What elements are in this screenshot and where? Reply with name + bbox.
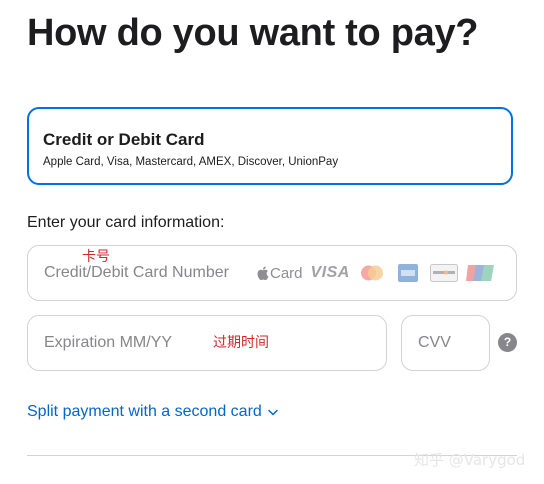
split-payment-link[interactable]: Split payment with a second card — [27, 403, 278, 421]
expiration-input[interactable] — [28, 316, 386, 370]
expiration-annotation: 过期时间 — [213, 335, 269, 351]
apple-card-logo: Card — [257, 265, 303, 282]
card-number-annotation: 卡号 — [82, 249, 110, 265]
payment-option-title: Credit or Debit Card — [43, 130, 205, 149]
chevron-down-icon — [268, 409, 278, 415]
visa-logo: VISA — [310, 264, 350, 281]
apple-card-text: Card — [270, 264, 303, 282]
payment-option-subtitle: Apple Card, Visa, Mastercard, AMEX, Disc… — [43, 156, 339, 168]
watermark: 知乎 @Varygod — [414, 451, 526, 469]
expiration-field[interactable] — [27, 315, 387, 371]
discover-logo — [429, 264, 458, 282]
payment-option-credit-debit-card[interactable]: Credit or Debit Card Apple Card, Visa, M… — [27, 107, 513, 185]
cvv-help-icon[interactable]: ? — [498, 333, 517, 352]
mastercard-logo — [358, 264, 386, 282]
amex-logo — [394, 264, 422, 282]
page-title: How do you want to pay? — [27, 12, 479, 54]
apple-logo-icon — [257, 266, 269, 280]
cvv-field[interactable] — [401, 315, 490, 371]
card-brand-logos: Card VISA — [257, 262, 494, 284]
card-info-label: Enter your card information: — [27, 214, 225, 231]
cvv-input[interactable] — [402, 316, 489, 370]
unionpay-logo — [465, 264, 494, 282]
split-payment-label: Split payment with a second card — [27, 403, 262, 420]
